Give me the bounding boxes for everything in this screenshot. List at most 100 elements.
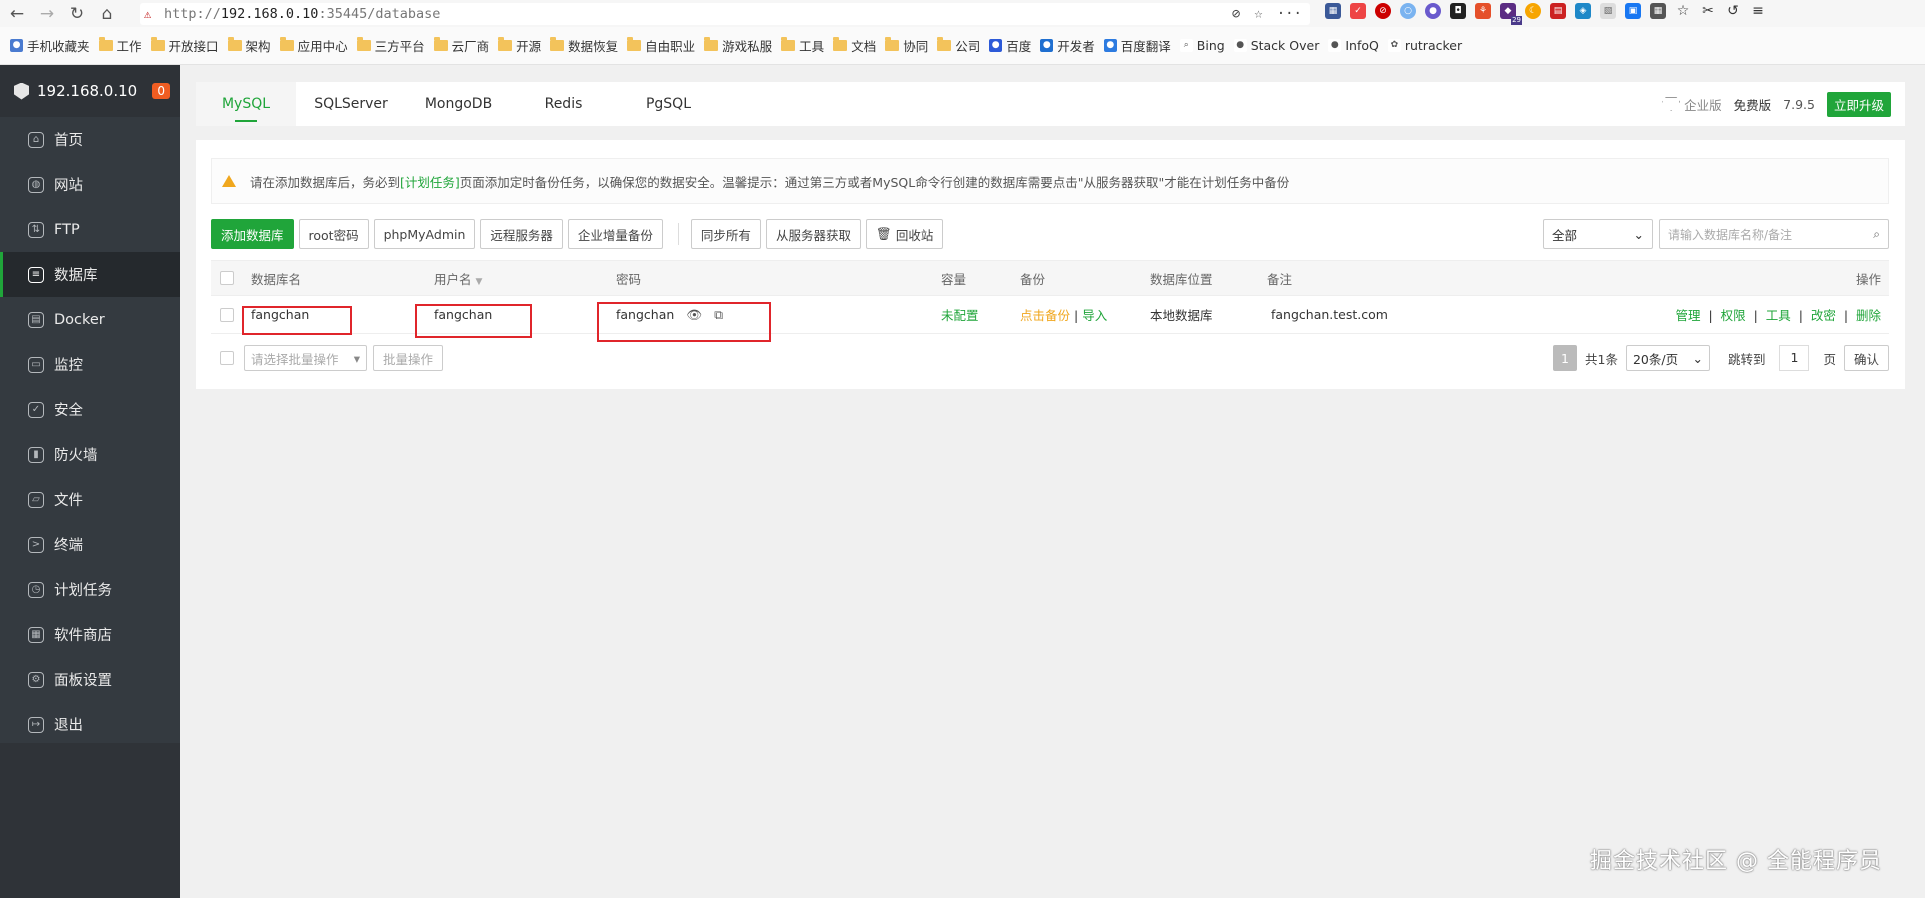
bookmark-item[interactable]: 开源 xyxy=(498,36,541,55)
jump-confirm-button[interactable]: 确认 xyxy=(1843,345,1889,371)
delete-link[interactable]: 删除 xyxy=(1856,308,1881,323)
bookmark-item[interactable]: ● 手机收藏夹 xyxy=(10,36,90,55)
col-username[interactable]: 用户名 ▼ xyxy=(434,269,482,288)
menu-icon[interactable]: ≡ xyxy=(1750,3,1766,19)
ext-badge-icon[interactable]: ◆ 29 xyxy=(1500,3,1522,25)
page-size-select[interactable]: 20条/页 ⌄ xyxy=(1625,345,1710,371)
row-checkbox[interactable] xyxy=(220,307,234,322)
bookmark-item[interactable]: 开放接口 xyxy=(150,36,219,55)
sidebar-item-database[interactable]: ≡ 数据库 xyxy=(0,252,180,297)
sidebar-item-firewall[interactable]: ▮ 防火墙 xyxy=(0,432,180,477)
remote-server-button[interactable]: 远程服务器 xyxy=(480,219,563,249)
sidebar-item-ftp[interactable]: ⇅ FTP xyxy=(0,207,180,252)
bookmark-item[interactable]: ● Stack Over xyxy=(1233,38,1319,53)
ext-news-icon[interactable]: ▤ xyxy=(1550,3,1566,19)
add-database-button[interactable]: 添加数据库 xyxy=(211,219,294,249)
tab-mongodb[interactable]: MongoDB xyxy=(406,82,511,126)
ext-gray-icon[interactable]: ▧ xyxy=(1600,3,1616,19)
ext-shield-icon[interactable]: ◈ xyxy=(1575,3,1591,19)
search-icon[interactable]: ⌕ xyxy=(1873,227,1880,242)
bookmark-item[interactable]: 游戏私服 xyxy=(704,36,772,55)
manage-link[interactable]: 管理 xyxy=(1675,308,1700,323)
back-icon[interactable]: ← xyxy=(4,4,30,24)
search-input[interactable]: 请输入数据库名称/备注 ⌕ xyxy=(1659,219,1889,249)
fetch-from-server-button[interactable]: 从服务器获取 xyxy=(765,219,861,249)
ext-dark-icon[interactable]: ◘ xyxy=(1450,3,1466,19)
jump-page-input[interactable]: 1 xyxy=(1779,345,1810,371)
bookmark-item[interactable]: ⌕ Bing xyxy=(1179,38,1225,53)
batch-select[interactable]: 请选择批量操作 ▾ xyxy=(244,345,367,371)
select-all-checkbox[interactable] xyxy=(220,271,234,285)
bookmark-item[interactable]: ● InfoQ xyxy=(1328,38,1379,53)
cron-link[interactable]: [计划任务] xyxy=(400,172,460,191)
backup-link[interactable]: 点击备份 xyxy=(1020,308,1070,323)
upgrade-button[interactable]: 立即升级 xyxy=(1826,91,1891,117)
home-browser-icon[interactable]: ⌂ xyxy=(94,4,120,24)
bookmark-item[interactable]: 文档 xyxy=(833,36,876,55)
tools-link[interactable]: 工具 xyxy=(1766,308,1791,323)
phpmyadmin-button[interactable]: phpMyAdmin xyxy=(373,219,476,249)
sidebar-item-clock[interactable]: ◷ 计划任务 xyxy=(0,567,180,612)
remark-cell[interactable]: fangchan.test.com xyxy=(1271,307,1388,322)
bookmark-item[interactable]: 协同 xyxy=(885,36,928,55)
ext-red-icon[interactable]: ✓ xyxy=(1350,3,1366,19)
sidebar-item-gear[interactable]: ⚙ 面板设置 xyxy=(0,657,180,702)
adblock-icon[interactable]: ⊘ xyxy=(1375,3,1391,19)
sidebar-item-grid[interactable]: ▦ 软件商店 xyxy=(0,612,180,657)
current-page[interactable]: 1 xyxy=(1553,345,1577,371)
bookmark-item[interactable]: 数据恢复 xyxy=(550,36,618,55)
bookmark-item[interactable]: 工具 xyxy=(781,36,824,55)
more-icon[interactable]: ··· xyxy=(1277,6,1302,22)
tab-redis[interactable]: Redis xyxy=(511,82,616,126)
tab-mysql[interactable]: MySQL xyxy=(196,82,296,126)
sync-all-button[interactable]: 同步所有 xyxy=(690,219,761,249)
size-cell[interactable]: 未配置 xyxy=(941,305,979,324)
ext-user-icon[interactable]: ▣ xyxy=(1625,3,1641,19)
bookmark-item[interactable]: 工作 xyxy=(98,36,142,55)
filter-select[interactable]: 全部 ⌄ xyxy=(1543,219,1653,249)
notification-badge[interactable]: 0 xyxy=(152,83,170,99)
root-password-button[interactable]: root密码 xyxy=(298,219,369,249)
sidebar-item-docker[interactable]: ▤ Docker xyxy=(0,297,180,342)
import-link[interactable]: 导入 xyxy=(1082,308,1107,323)
recycle-bin-button[interactable]: 🗑 回收站 xyxy=(865,219,944,249)
incremental-backup-button[interactable]: 企业增量备份 xyxy=(567,219,663,249)
sidebar-item-home[interactable]: ⌂ 首页 xyxy=(0,117,180,162)
bookmark-item[interactable]: ✿ rutracker xyxy=(1387,38,1462,53)
bookmark-item[interactable]: 应用中心 xyxy=(279,36,348,55)
sidebar-item-globe[interactable]: ◍ 网站 xyxy=(0,162,180,207)
bookmark-item[interactable]: ● 开发者 xyxy=(1040,36,1095,55)
footer-select-all-checkbox[interactable] xyxy=(220,351,234,365)
sidebar-item-shield[interactable]: ✓ 安全 xyxy=(0,387,180,432)
bookmark-item[interactable]: ● 百度翻译 xyxy=(1103,36,1171,55)
enterprise-edition[interactable]: 企业版 xyxy=(1662,95,1722,114)
bookmark-item[interactable]: ● 百度 xyxy=(989,36,1031,55)
sidebar-item-folder[interactable]: ▱ 文件 xyxy=(0,477,180,522)
address-bar[interactable]: ⚠ http://192.168.0.10:35445/database ⊘ ☆… xyxy=(140,3,1310,25)
bookmark-item[interactable]: 云厂商 xyxy=(433,36,489,55)
tab-pgsql[interactable]: PgSQL xyxy=(616,82,721,126)
tab-sqlserver[interactable]: SQLServer xyxy=(296,82,406,126)
ext-orange-icon[interactable]: ⚘ xyxy=(1475,3,1491,19)
tools-icon[interactable]: ✂ xyxy=(1700,3,1716,19)
forward-icon[interactable]: → xyxy=(34,4,60,24)
sidebar-item-terminal[interactable]: > 终端 xyxy=(0,522,180,567)
bookmark-item[interactable]: 架构 xyxy=(227,36,271,55)
reload-icon[interactable]: ↻ xyxy=(64,4,90,24)
undo-icon[interactable]: ↺ xyxy=(1725,3,1741,19)
bookmark-item[interactable]: 自由职业 xyxy=(627,36,695,55)
ext-moon-icon[interactable]: ☾ xyxy=(1525,3,1541,19)
bookmark-item[interactable]: 三方平台 xyxy=(356,36,425,55)
favorites-icon[interactable]: ☆ xyxy=(1675,3,1691,19)
permission-link[interactable]: 权限 xyxy=(1721,308,1746,323)
sidebar-item-monitor[interactable]: ▭ 监控 xyxy=(0,342,180,387)
star-icon[interactable]: ☆ xyxy=(1254,6,1262,22)
tracking-icon[interactable]: ⊘ xyxy=(1232,6,1240,22)
flag-ext-icon[interactable]: ▦ xyxy=(1325,3,1341,19)
bookmark-item[interactable]: 公司 xyxy=(937,36,980,55)
ext-blue-icon[interactable]: ○ xyxy=(1400,3,1416,19)
batch-operation-button[interactable]: 批量操作 xyxy=(373,345,444,371)
change-password-link[interactable]: 改密 xyxy=(1811,308,1836,323)
ext-purple-icon[interactable]: ● xyxy=(1425,3,1441,19)
apps-icon[interactable]: ▦ xyxy=(1650,3,1666,19)
